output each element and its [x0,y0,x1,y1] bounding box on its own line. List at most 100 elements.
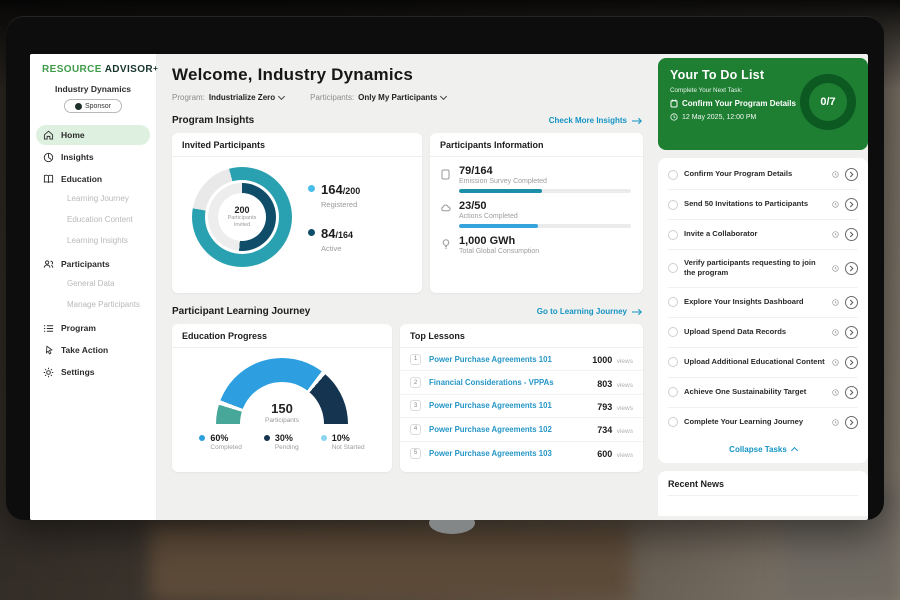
actions-icon [440,200,451,228]
chevron-right-button[interactable] [845,416,858,429]
sidebar-item-learning-insights[interactable]: Learning Insights [36,233,150,252]
todo-task[interactable]: Verify participants requesting to join t… [668,250,858,288]
filters-row: Program: Industrialize Zero Participants… [172,93,643,102]
checkbox-circle[interactable] [668,230,678,240]
views-word: views [617,452,633,459]
collapse-tasks-link[interactable]: Collapse Tasks [668,437,858,459]
todo-task[interactable]: Invite a Collaborator [668,220,858,250]
program-select[interactable]: Program: Industrialize Zero [172,93,284,102]
check-more-insights-link[interactable]: Check More Insights [549,116,643,125]
legend-label: Completed [210,444,241,451]
chevron-right-button[interactable] [845,296,858,309]
stat-emission-survey: 79/164 Emission Survey Completed [440,165,631,193]
gauge-center-label: Participants [265,417,299,424]
lesson-row: 1 Power Purchase Agreements 101 1000 vie… [400,348,643,371]
clock-icon [832,171,839,178]
todo-next-task: Confirm Your Program Details [682,99,796,108]
legend-value: 164 [321,182,343,197]
program-label: Program: [172,93,205,102]
stat-global-consumption: 1,000 GWh Total Global Consumption [440,235,631,255]
card-title: Education Progress [172,324,392,348]
todo-task[interactable]: Explore Your Insights Dashboard [668,288,858,318]
todo-hero-card: Your To Do List Complete Your Next Task:… [658,58,868,150]
sidebar-item-label: Participants [61,259,110,269]
insights-icon [43,152,54,163]
chevron-right-button[interactable] [845,168,858,181]
todo-column: Your To Do List Complete Your Next Task:… [658,58,868,516]
legend-dot [321,435,327,441]
lesson-row: 5 Power Purchase Agreements 103 600 view… [400,442,643,465]
lesson-row: 2 Financial Considerations - VPPAs 803 v… [400,371,643,394]
organization-name: Industry Dynamics [30,84,156,94]
legend-value: 30% [275,433,299,443]
stat-value: 23/50 [459,200,631,212]
todo-task[interactable]: Upload Additional Educational Content [668,348,858,378]
clock-icon [832,329,839,336]
participants-icon [43,259,54,270]
lesson-link[interactable]: Power Purchase Agreements 102 [429,425,589,434]
checkbox-circle[interactable] [668,200,678,210]
legend-pending: 30% Pending [264,433,299,451]
checkbox-circle[interactable] [668,417,678,427]
sidebar-item-take-action[interactable]: Take Action [36,340,150,360]
collapse-label: Collapse Tasks [729,445,787,454]
main-content: Welcome, Industry Dynamics Program: Indu… [157,54,651,520]
sidebar-item-general-data[interactable]: General Data [36,276,150,295]
chevron-right-button[interactable] [845,386,858,399]
clock-icon [832,359,839,366]
participants-select[interactable]: Participants: Only My Participants [310,93,446,102]
go-to-learning-journey-link[interactable]: Go to Learning Journey [537,307,643,316]
checkbox-circle[interactable] [668,263,678,273]
lesson-rank: 2 [410,377,421,388]
clock-icon [832,265,839,272]
sidebar-item-education-content[interactable]: Education Content [36,212,150,231]
chevron-down-icon [440,92,447,99]
chevron-right-button[interactable] [845,356,858,369]
sidebar-item-home[interactable]: Home [36,125,150,145]
clock-icon [670,113,678,121]
sidebar-item-participants[interactable]: Participants [36,254,150,274]
sidebar-item-settings[interactable]: Settings [36,362,150,382]
monitor-bezel: RESOURCE ADVISOR+ Industry Dynamics Spon… [6,16,884,520]
todo-task[interactable]: Upload Spend Data Records [668,318,858,348]
legend-dot [199,435,205,441]
donut-center-label: Participants Invited [222,215,262,229]
lesson-link[interactable]: Power Purchase Agreements 101 [429,355,584,364]
lesson-link[interactable]: Financial Considerations - VPPAs [429,378,589,387]
checkbox-circle[interactable] [668,387,678,397]
todo-task[interactable]: Send 50 Invitations to Participants [668,190,858,220]
lesson-link[interactable]: Power Purchase Agreements 103 [429,449,589,458]
checkbox-circle[interactable] [668,357,678,367]
todo-task[interactable]: Confirm Your Program Details [668,160,858,190]
program-value: Industrialize Zero [209,93,275,102]
lesson-rank: 5 [410,448,421,459]
checkbox-circle[interactable] [668,297,678,307]
brand-logo: RESOURCE ADVISOR+ [30,54,156,75]
sidebar-item-learning-journey[interactable]: Learning Journey [36,191,150,210]
desk-surface [150,522,630,600]
sponsor-badge[interactable]: Sponsor [64,99,122,113]
checkbox-circle[interactable] [668,170,678,180]
sponsor-label: Sponsor [85,103,111,110]
sidebar-item-insights[interactable]: Insights [36,147,150,167]
chevron-right-button[interactable] [845,262,858,275]
lesson-rank: 4 [410,424,421,435]
checkbox-circle[interactable] [668,327,678,337]
chevron-right-button[interactable] [845,198,858,211]
sidebar-item-program[interactable]: Program [36,318,150,338]
chevron-right-button[interactable] [845,326,858,339]
sidebar-item-education[interactable]: Education [36,169,150,189]
chevron-right-button[interactable] [845,228,858,241]
pointer-icon [43,345,54,356]
views-word: views [617,428,633,435]
todo-task[interactable]: Achieve One Sustainability Target [668,378,858,408]
todo-task[interactable]: Complete Your Learning Journey [668,408,858,437]
calendar-icon [670,99,678,108]
dashboard-screen: RESOURCE ADVISOR+ Industry Dynamics Spon… [30,54,868,520]
sidebar-item-manage-participants[interactable]: Manage Participants [36,297,150,316]
lesson-link[interactable]: Power Purchase Agreements 101 [429,401,589,410]
lesson-rank: 3 [410,400,421,411]
legend-label: Not Started [332,444,365,451]
lesson-views: 734 [597,425,612,435]
program-insights-title: Program Insights [172,115,254,126]
